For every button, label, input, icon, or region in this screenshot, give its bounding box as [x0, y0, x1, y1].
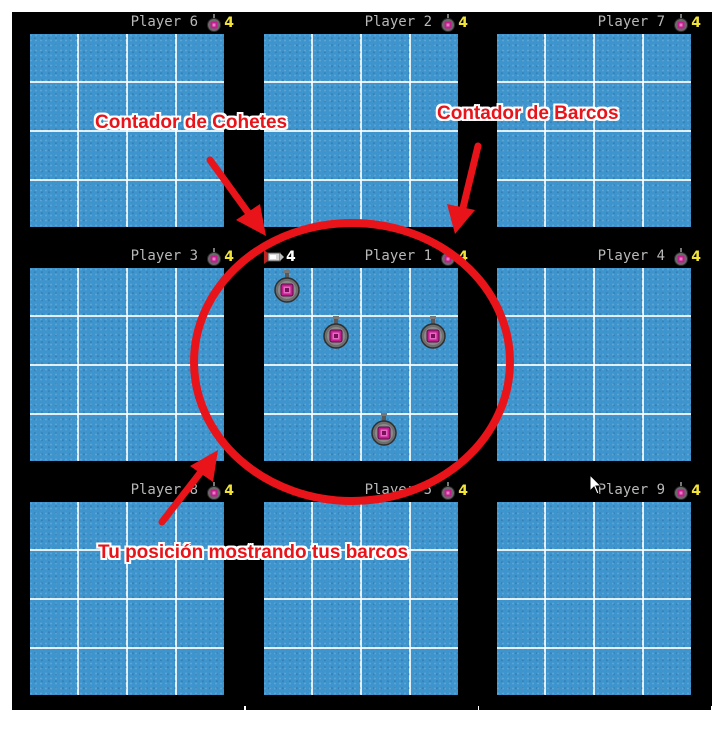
- rocket-counter: 4: [264, 247, 296, 267]
- submarine-icon: [673, 248, 689, 266]
- player-name: Player 7: [597, 14, 665, 30]
- ocean-grid[interactable]: [497, 34, 691, 227]
- submarine-icon: [206, 482, 222, 500]
- submarine-icon: [440, 248, 456, 266]
- cell-header: Player 4 4: [479, 246, 711, 268]
- ocean-grid[interactable]: [30, 268, 224, 461]
- submarine-icon: [419, 316, 447, 350]
- ocean-grid[interactable]: [30, 502, 224, 695]
- player-cell: Player 4 4: [479, 246, 711, 476]
- ship-counter: 4: [440, 13, 468, 33]
- ocean-grid[interactable]: [264, 34, 458, 227]
- ship-counter: 4: [673, 13, 701, 33]
- ship-count: 4: [224, 483, 234, 499]
- ship-count: 4: [691, 483, 701, 499]
- ship-counter-annotation: Contador de Barcos: [437, 103, 619, 124]
- ship-counter: 4: [440, 247, 468, 267]
- player-name: Player 5: [364, 482, 432, 498]
- ship-count: 4: [691, 15, 701, 31]
- player-cell: Player 1 4 4: [246, 246, 478, 476]
- ocean-grid[interactable]: [264, 268, 458, 461]
- player-cell: Player 8 4: [12, 480, 244, 710]
- ship-count: 4: [458, 249, 468, 265]
- rocket-count: 4: [286, 249, 296, 265]
- submarine-icon: [370, 413, 398, 447]
- ship-counter: 4: [206, 481, 234, 501]
- ocean-grid[interactable]: [497, 502, 691, 695]
- ship-count: 4: [224, 249, 234, 265]
- ship-counter: 4: [206, 13, 234, 33]
- player-cell: Player 7 4: [479, 12, 711, 242]
- your-position-annotation: Tu posición mostrando tus barcos: [98, 542, 409, 563]
- player-name: Player 4: [597, 248, 665, 264]
- cell-header: Player 8 4: [12, 480, 244, 502]
- ship-counter: 4: [206, 247, 234, 267]
- submarine-icon: [206, 14, 222, 32]
- mouse-cursor-icon: [589, 474, 603, 495]
- player-name: Player 6: [130, 14, 198, 30]
- ship-count: 4: [458, 15, 468, 31]
- ship-count: 4: [224, 15, 234, 31]
- ship-counter: 4: [440, 481, 468, 501]
- ship-count: 4: [691, 249, 701, 265]
- cell-header: Player 1 4 4: [246, 246, 478, 268]
- cell-header: Player 7 4: [479, 12, 711, 34]
- player-name: Player 1: [364, 248, 432, 264]
- submarine-icon: [273, 270, 301, 304]
- player-cell: Player 9 4: [479, 480, 711, 710]
- player-name: Player 9: [597, 482, 665, 498]
- cell-header: Player 2 4: [246, 12, 478, 34]
- submarine-icon: [440, 14, 456, 32]
- player-name: Player 3: [130, 248, 198, 264]
- ship-count: 4: [458, 483, 468, 499]
- player-cell: Player 5 4: [246, 480, 478, 710]
- submarine-icon: [322, 316, 350, 350]
- submarine-icon: [673, 482, 689, 500]
- submarine-icon: [206, 248, 222, 266]
- ocean-grid[interactable]: [264, 502, 458, 695]
- ocean-grid[interactable]: [497, 268, 691, 461]
- submarine-icon: [673, 14, 689, 32]
- cell-header: Player 6 4: [12, 12, 244, 34]
- rocket-icon: [264, 250, 284, 264]
- ship-counter: 4: [673, 247, 701, 267]
- cell-header: Player 5 4: [246, 480, 478, 502]
- player-name: Player 2: [364, 14, 432, 30]
- player-name: Player 8: [130, 482, 198, 498]
- ship-counter: 4: [673, 481, 701, 501]
- cell-header: Player 3 4: [12, 246, 244, 268]
- player-cell: Player 3 4: [12, 246, 244, 476]
- rocket-counter-annotation: Contador de Cohetes: [95, 112, 288, 133]
- submarine-icon: [440, 482, 456, 500]
